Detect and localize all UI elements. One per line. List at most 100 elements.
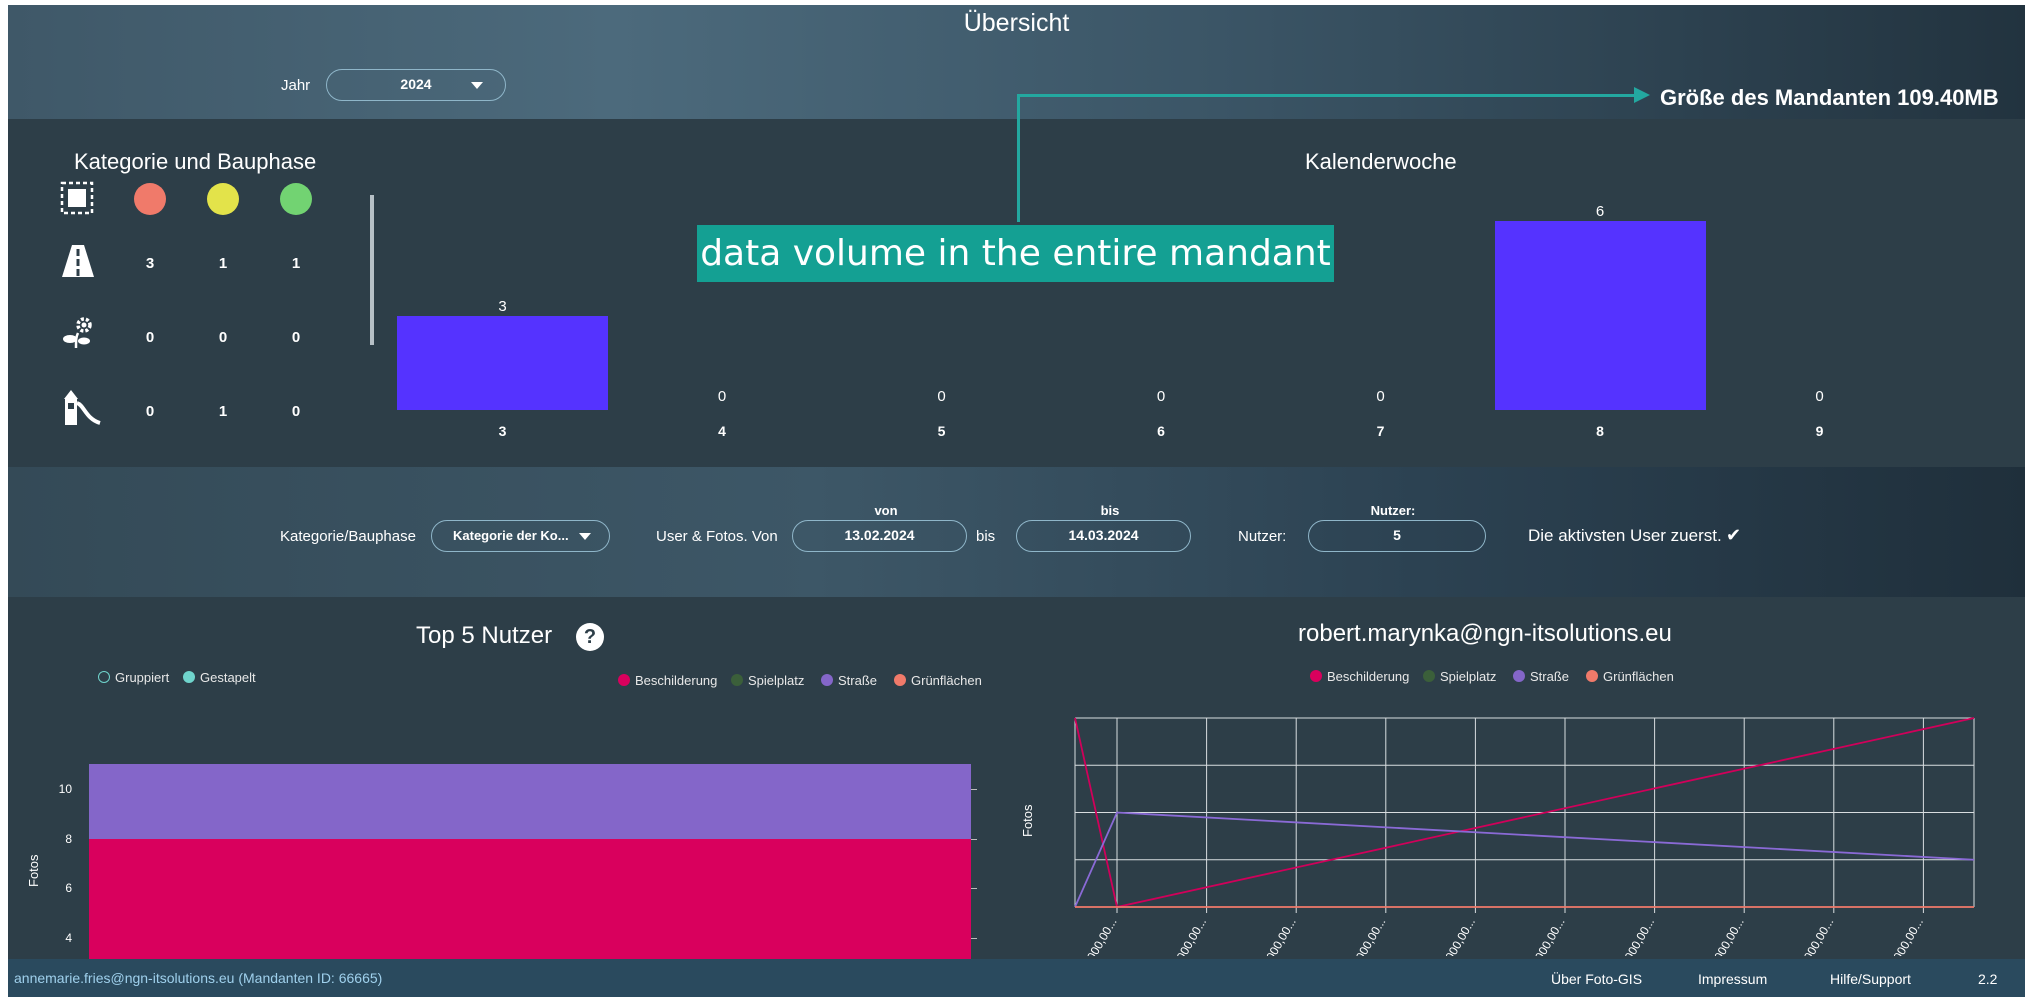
app-window: Übersicht Jahr 2024 Kategorie und Baupha… [8, 5, 2025, 997]
bis-date-input[interactable]: 14.03.2024 [1016, 520, 1191, 552]
bottom-charts: Top 5 Nutzer ? Gruppiert Gestapelt Besch… [8, 597, 2025, 994]
y-tick-label: 6 [65, 881, 72, 896]
road-icon [62, 245, 94, 277]
x-tick-label: 000,00... [1622, 916, 1657, 957]
bar-week-8 [1494, 221, 1706, 410]
kategorie-title: Kategorie und Bauphase [74, 149, 317, 174]
x-tick-label: 000,00... [1532, 916, 1567, 957]
flower-gear-icon [63, 317, 92, 349]
kategorie-filter-label: Kategorie/Bauphase [280, 528, 416, 545]
impressum-link[interactable]: Impressum [1698, 971, 1767, 987]
kalenderwoche-title: Kalenderwoche [1305, 149, 1457, 174]
legend-item-spielplatz[interactable]: Spielplatz [1423, 669, 1496, 684]
bar-week-3 [397, 315, 608, 410]
x-tick-label: 3 [498, 423, 507, 439]
version-label: 2.2 [1978, 971, 1998, 987]
about-link[interactable]: Über Foto-GIS [1551, 971, 1642, 987]
legend-item-straße[interactable]: Straße [1513, 669, 1569, 684]
scrollbar[interactable] [370, 195, 374, 345]
y-tick-label: 8 [65, 831, 72, 846]
legend-item-beschilderung[interactable]: Beschilderung [618, 673, 717, 688]
help-icon[interactable]: ? [576, 623, 604, 651]
mandant-size-label: Größe des Mandanten 109.40MB [1660, 85, 1999, 110]
user-fotos-label: User & Fotos. Von [656, 528, 778, 545]
x-tick-label: 7 [1376, 423, 1385, 439]
legend-dot-icon [1423, 670, 1435, 682]
chevron-down-icon [579, 533, 591, 540]
filter-bar: Kategorie/Bauphase Kategorie der Ko... U… [8, 467, 2025, 597]
bar-value-label: 3 [498, 297, 507, 315]
kategorie-select-value: Kategorie der Ko... [453, 528, 569, 543]
status-dot-yellow[interactable] [207, 183, 239, 215]
count-play-green: 0 [291, 403, 301, 420]
kategorie-select[interactable]: Kategorie der Ko... [431, 520, 610, 552]
select-area-icon[interactable] [60, 181, 94, 215]
year-select[interactable]: 2024 [326, 69, 506, 101]
status-dot-red[interactable] [134, 183, 166, 215]
area-series-straße [89, 764, 971, 839]
y-tick-label: 10 [58, 782, 72, 796]
legend-item-beschilderung[interactable]: Beschilderung [1310, 669, 1409, 684]
legend-label: Beschilderung [635, 673, 718, 688]
radio-selected-icon [183, 671, 195, 683]
nutzer-header: Nutzer: [1370, 503, 1416, 518]
legend-gestapelt[interactable]: Gestapelt [183, 670, 256, 685]
legend-label: Grünflächen [1603, 669, 1674, 684]
legend-label: Straße [838, 673, 878, 688]
area-series-beschilderung [89, 838, 971, 959]
playground-slide-icon [64, 390, 101, 425]
help-support-link[interactable]: Hilfe/Support [1830, 971, 1911, 987]
aktivste-label: Die aktivsten User zuerst. [1528, 526, 1722, 545]
x-tick-label: 000,00... [1263, 916, 1298, 957]
legend-label: Grünflächen [911, 673, 982, 688]
count-green-red: 0 [145, 329, 155, 346]
y-tick-mark [971, 789, 977, 790]
x-tick-label: 5 [937, 423, 946, 439]
nutzer-label: Nutzer: [1238, 528, 1287, 545]
legend-label: Spielplatz [748, 673, 805, 688]
y-tick-mark [971, 888, 977, 890]
bar-value-label: 0 [717, 388, 727, 405]
bis-header: bis [1100, 503, 1120, 518]
bar-value-label: 6 [1595, 203, 1605, 220]
status-dot-green[interactable] [280, 183, 312, 215]
legend-item-spielplatz[interactable]: Spielplatz [731, 673, 804, 688]
chevron-down-icon [471, 82, 483, 89]
x-tick-label: 000,00... [1711, 916, 1746, 957]
count-green-yellow: 0 [218, 329, 228, 346]
legend-label: Spielplatz [1440, 669, 1497, 684]
count-road-green: 1 [291, 255, 301, 272]
aktivste-checkbox[interactable]: ✔ [1726, 525, 1741, 546]
user-chart-title: robert.marynka@ngn-itsolutions.eu [1298, 620, 1672, 647]
count-play-yellow: 1 [218, 403, 228, 420]
legend-item-straße[interactable]: Straße [821, 673, 877, 688]
count-play-red: 0 [145, 403, 155, 420]
x-tick-label: 8 [1596, 423, 1604, 439]
legend-dot-icon [1513, 670, 1525, 682]
page-title: Übersicht [963, 9, 1070, 37]
callout-connector [1017, 94, 1020, 222]
legend-gruppiert[interactable]: Gruppiert [98, 670, 169, 685]
legend-dot-icon [618, 674, 630, 686]
von-date-input[interactable]: 13.02.2024 [792, 520, 967, 552]
von-header: von [874, 503, 898, 518]
legend-dot-icon [894, 674, 906, 686]
bar-value-label: 0 [1815, 388, 1824, 405]
x-tick-label: 000,00... [1174, 916, 1209, 957]
legend-dot-icon [1310, 670, 1322, 682]
x-tick-label: 000,00... [1891, 916, 1926, 957]
user-line-chart: 0.01.02.03.04.0000,00...000,00...000,00.… [1074, 717, 1975, 957]
footer-user-info: annemarie.fries@ngn-itsolutions.eu (Mand… [14, 970, 383, 986]
bar-value-label: 0 [1156, 388, 1166, 405]
bar-value-label: 0 [1376, 388, 1385, 405]
nutzer-count-input[interactable]: 5 [1308, 520, 1486, 552]
x-tick-label: 6 [1157, 423, 1165, 439]
x-tick-label: 000,00... [1084, 916, 1119, 957]
count-green-green: 0 [291, 329, 301, 346]
x-tick-label: 000,00... [1801, 916, 1836, 957]
legend-item-grünflächen[interactable]: Grünflächen [1586, 669, 1674, 684]
y-tick-mark [971, 937, 977, 939]
legend-item-grünflächen[interactable]: Grünflächen [894, 673, 982, 688]
legend-dot-icon [731, 674, 743, 686]
bis-label: bis [976, 528, 996, 545]
